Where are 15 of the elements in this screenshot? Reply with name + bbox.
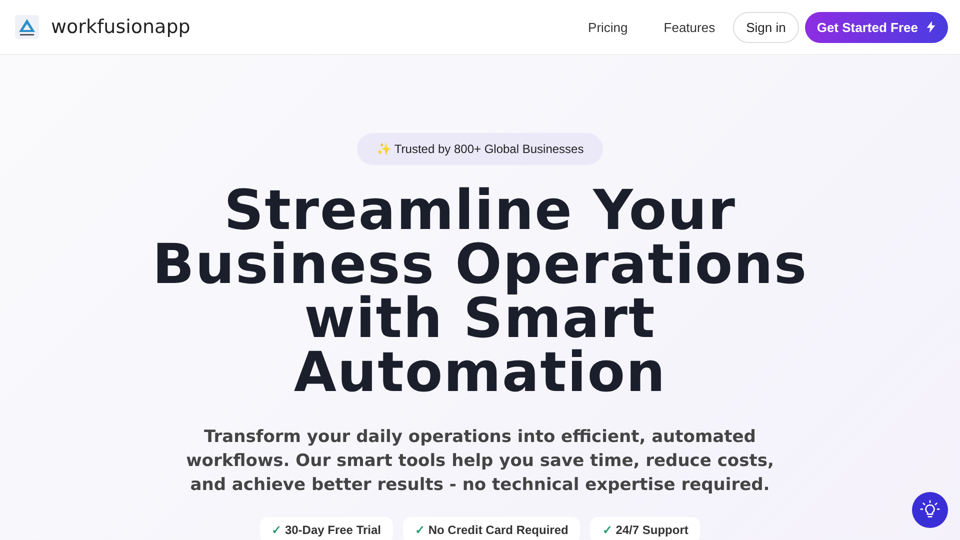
- hero-subtitle: Transform your daily operations into efficient, automated workflows. Our smart tools help you save time, reduce costs, and achieve better results - no technical expertise required.: [185, 426, 775, 497]
- nav-link[interactable]: Features: [664, 20, 716, 34]
- get-started-button[interactable]: Get Started Free: [804, 12, 948, 42]
- sign-in-button[interactable]: Sign in: [733, 12, 799, 42]
- lightning-icon: [926, 21, 936, 33]
- brand-name: workfusionapp: [51, 16, 190, 38]
- hero-title: Streamline Your Business Operations with Smart Automation: [151, 183, 809, 399]
- feature-pill: ✓ 24/7 Support: [590, 517, 700, 540]
- feature-pill: ✓ No Credit Card Required: [403, 517, 580, 540]
- logo-icon: [15, 15, 39, 39]
- feature-pill: ✓ 30-Day Free Trial: [260, 517, 393, 540]
- lightbulb-icon: [920, 500, 940, 520]
- trust-badge: ✨ Trusted by 800+ Global Businesses: [357, 133, 603, 165]
- lightbulb-button[interactable]: [912, 492, 948, 528]
- nav-link[interactable]: Pricing: [588, 20, 628, 34]
